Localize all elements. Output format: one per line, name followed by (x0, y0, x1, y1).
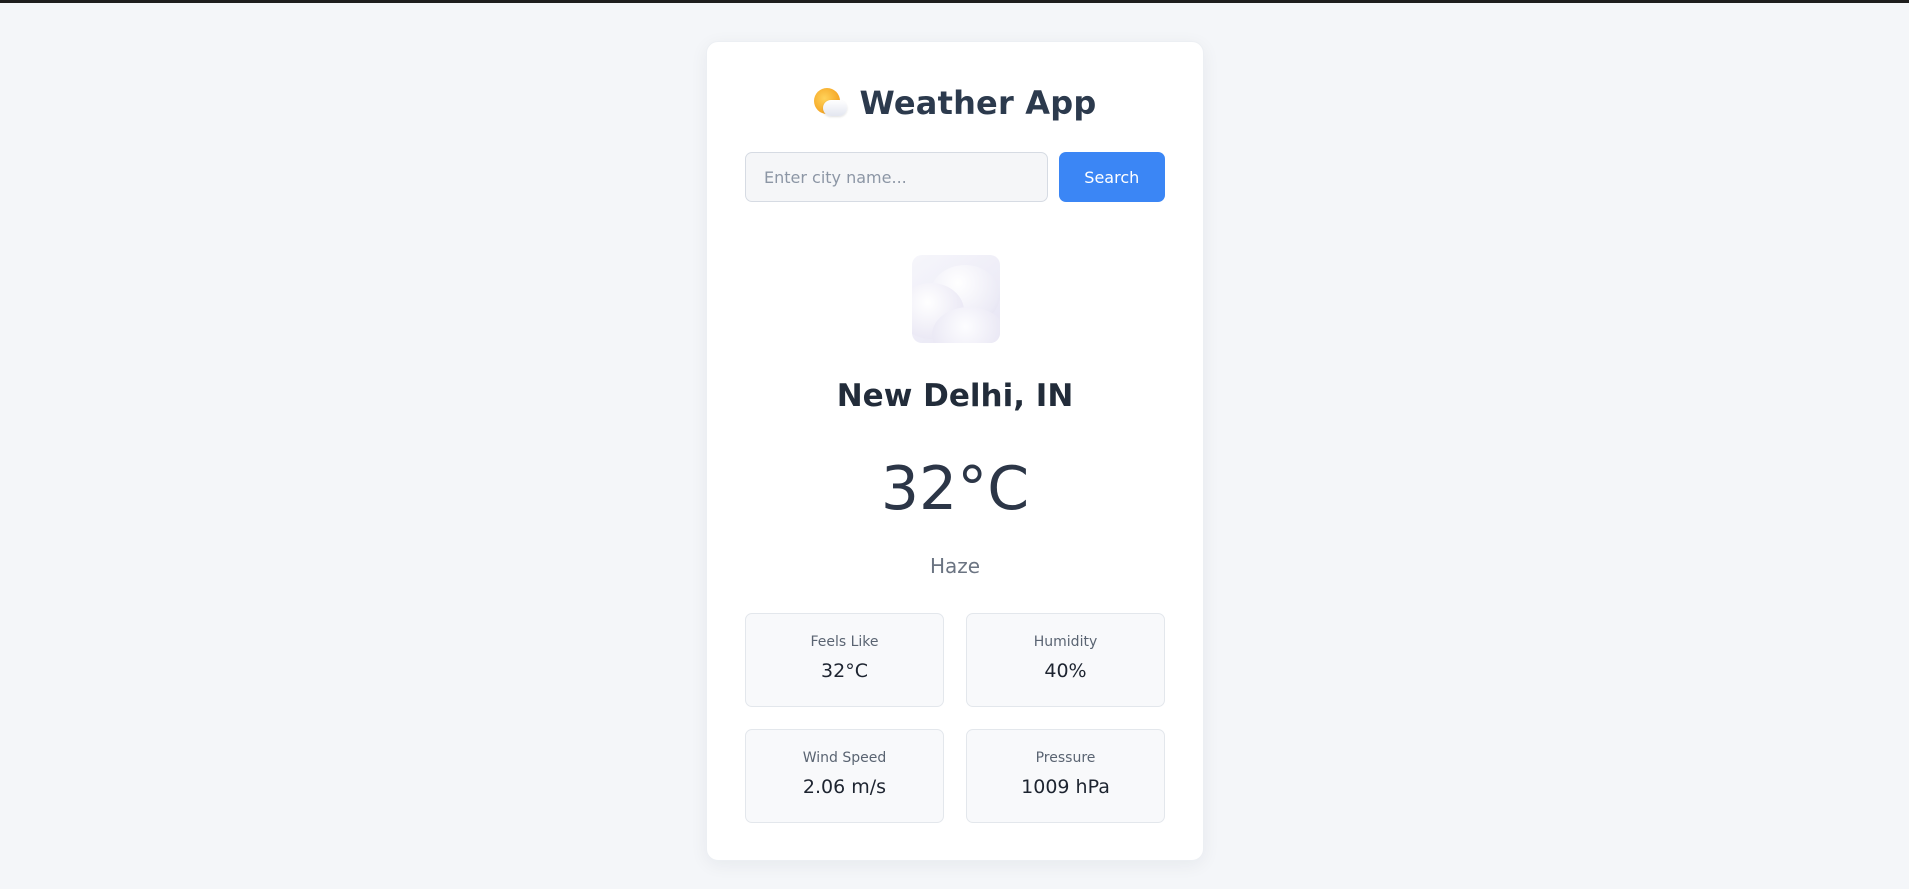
city-name: New Delhi, IN (836, 378, 1074, 414)
stat-humidity: Humidity 40% (966, 613, 1165, 707)
stat-pressure: Pressure 1009 hPa (966, 729, 1165, 823)
weather-stats-grid: Feels Like 32°C Humidity 40% Wind Speed … (745, 613, 1165, 823)
cloud-icon (912, 255, 1000, 343)
temperature: 32°C (880, 454, 1030, 524)
app-title: Weather App (859, 84, 1097, 122)
app-header: Weather App (707, 84, 1203, 122)
stat-value: 2.06 m/s (802, 776, 887, 798)
stat-label: Wind Speed (802, 750, 887, 766)
weather-description: Haze (929, 554, 981, 578)
stat-value: 32°C (821, 660, 868, 682)
city-search-input[interactable] (745, 152, 1048, 202)
weather-card: Weather App Search New Delhi, IN 32°C Ha… (706, 41, 1204, 861)
stat-feels-like: Feels Like 32°C (745, 613, 944, 707)
search-bar: Search (745, 152, 1165, 202)
stat-label: Humidity (1033, 634, 1098, 650)
search-button[interactable]: Search (1058, 152, 1165, 202)
sun-behind-cloud-icon (813, 86, 848, 120)
stat-label: Pressure (1035, 750, 1096, 766)
stat-label: Feels Like (810, 634, 879, 650)
stat-wind-speed: Wind Speed 2.06 m/s (745, 729, 944, 823)
stat-value: 1009 hPa (1021, 776, 1110, 798)
stat-value: 40% (1044, 660, 1087, 682)
